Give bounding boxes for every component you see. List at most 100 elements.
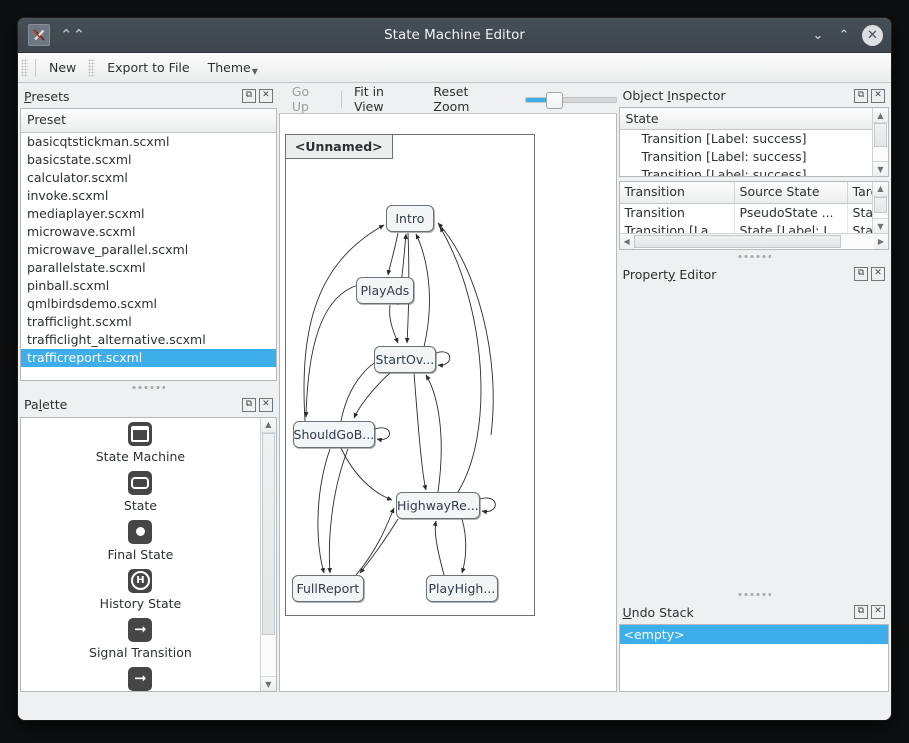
presets-close-icon[interactable]: ✕ — [258, 89, 273, 103]
object-inspector-close-icon[interactable]: ✕ — [871, 88, 885, 103]
table-row[interactable]: Transition [La...State [Label: I...State… — [620, 221, 872, 233]
export-to-file-button[interactable]: Export to File — [98, 57, 198, 78]
undo-stack-panel[interactable]: <empty> — [618, 624, 889, 692]
preset-list-item[interactable]: mediaplayer.scxml — [21, 205, 276, 223]
palette-item[interactable]: ➞ Signal Transition — [21, 617, 260, 660]
state-node-highwayreport[interactable]: HighwayRe... — [395, 492, 480, 519]
right-splitter-bottom[interactable] — [619, 588, 889, 601]
left-splitter[interactable] — [20, 381, 277, 394]
transitions-table-header-cell[interactable]: Transition — [620, 181, 735, 203]
property-editor-float-icon[interactable]: ⧉ — [854, 267, 868, 281]
palette-item[interactable]: Final State — [21, 519, 260, 562]
tbl-scroll-down-icon[interactable]: ▼ — [873, 218, 888, 233]
palette-scroll-down-icon[interactable]: ▼ — [260, 676, 276, 691]
state-machine-root[interactable]: <Unnamed> Intro PlayAds StartOv... Shoul… — [284, 134, 535, 616]
preset-list-item[interactable]: invoke.scxml — [21, 187, 276, 205]
presets-float-icon[interactable]: ⧉ — [241, 89, 256, 103]
tbl-scroll-up-icon[interactable]: ▲ — [873, 181, 888, 197]
toolbar-grip-handle[interactable] — [21, 58, 28, 77]
minimize-button[interactable]: ⌄ — [810, 29, 826, 42]
diagram-canvas[interactable]: <Unnamed> Intro PlayAds StartOv... Shoul… — [278, 114, 617, 692]
application-window: ⌃⌃ State Machine Editor ⌄ ⌃ ✕ New Export… — [18, 18, 891, 720]
transitions-table-header-row[interactable]: TransitionSource StateTarget St — [619, 181, 872, 204]
transitions-table-body[interactable]: TransitionPseudoState ...State [LabTrans… — [620, 203, 872, 233]
state-node-intro[interactable]: Intro — [385, 205, 434, 232]
object-inspector-tree-item[interactable]: Transition [Label: success] — [620, 130, 872, 148]
palette-close-icon[interactable]: ✕ — [258, 397, 273, 412]
presets-dock-title: Presets ⧉ ✕ — [20, 85, 277, 108]
undo-stack-dock-buttons: ⧉ ✕ — [854, 605, 885, 619]
zoom-slider[interactable] — [524, 90, 617, 109]
reset-zoom-button[interactable]: Reset Zoom — [424, 81, 514, 117]
state-node-shouldgoback[interactable]: ShouldGoB... — [292, 421, 375, 448]
maximize-button[interactable]: ⌃ — [836, 29, 852, 42]
object-inspector-tree-header[interactable]: State — [619, 108, 872, 130]
tbl-hscroll-thumb[interactable] — [633, 235, 841, 248]
palette-item[interactable]: ➞ — [21, 666, 260, 691]
presets-list[interactable]: basicqtstickman.scxml basicstate.scxml cal… — [21, 133, 276, 381]
palette-item[interactable]: State Machine — [21, 421, 260, 464]
close-button[interactable]: ✕ — [862, 24, 883, 46]
oi-tree-scroll-down-icon[interactable]: ▼ — [873, 161, 888, 176]
transitions-table-header-cell[interactable]: Target St — [848, 182, 872, 203]
object-inspector-dock: Object Inspector ⧉ ✕ State Transition [L… — [618, 85, 889, 250]
object-inspector-tree-rows[interactable]: Transition [Label: success] Transition [L… — [619, 130, 872, 176]
palette-vertical-scrollbar[interactable]: ▲ ▼ — [259, 417, 276, 691]
preset-list-item[interactable]: microwave.scxml — [21, 223, 276, 241]
fit-in-view-button[interactable]: Fit in View — [345, 81, 424, 117]
preset-list-item[interactable]: parallelstate.scxml — [21, 259, 276, 277]
preset-list-item[interactable]: basicstate.scxml — [21, 151, 276, 169]
transitions-table-header-cell[interactable]: Source State — [735, 181, 848, 203]
right-splitter-top[interactable] — [619, 250, 889, 263]
preset-list-item[interactable]: calculator.scxml — [21, 169, 276, 187]
tbl-scroll-thumb[interactable] — [874, 196, 887, 213]
chevron-up-icon[interactable]: ⌃⌃ — [60, 27, 85, 43]
presets-column-header[interactable]: Preset — [21, 109, 276, 133]
oi-tree-scroll-up-icon[interactable]: ▲ — [873, 108, 888, 123]
palette-scroll-track[interactable] — [260, 432, 276, 676]
palette-float-icon[interactable]: ⧉ — [241, 397, 256, 412]
property-editor-dock-title: Property Editor ⧉ ✕ — [619, 263, 889, 286]
property-editor-close-icon[interactable]: ✕ — [871, 267, 885, 281]
tbl-hscroll-right-icon[interactable]: ▶ — [874, 234, 888, 249]
tbl-scroll-track[interactable] — [873, 196, 888, 218]
preset-list-item[interactable]: trafficlight.scxml — [21, 313, 276, 331]
preset-list-item[interactable]: trafficreport.scxml — [21, 349, 276, 367]
go-up-button[interactable]: Go Up — [283, 81, 338, 117]
tbl-hscroll-left-icon[interactable]: ◀ — [619, 234, 634, 249]
object-inspector-tree-scrollbar[interactable]: ▲ ▼ — [872, 108, 888, 176]
state-node-fullreport[interactable]: FullReport — [291, 575, 364, 602]
theme-menu-button[interactable]: Theme▼ — [199, 57, 267, 79]
palette-items[interactable]: State Machine State Final State H History St… — [21, 418, 260, 692]
oi-tree-scroll-track[interactable] — [873, 123, 888, 161]
undo-stack-item[interactable]: <empty> — [619, 625, 888, 644]
palette-item[interactable]: State — [21, 470, 260, 513]
transitions-table-vscrollbar[interactable]: ▲ ▼ — [872, 181, 888, 233]
property-editor-body[interactable] — [618, 286, 889, 588]
preset-list-item[interactable]: microwave_parallel.scxml — [21, 241, 276, 259]
root-state-label: <Unnamed> — [284, 134, 393, 159]
x-application-icon[interactable] — [28, 24, 50, 46]
oi-tree-scroll-thumb[interactable] — [874, 123, 887, 147]
new-button[interactable]: New — [40, 57, 85, 78]
palette-item[interactable]: H History State — [21, 568, 260, 611]
table-row[interactable]: TransitionPseudoState ...State [Lab — [620, 203, 872, 222]
toolbar-grip-handle-2[interactable] — [88, 58, 96, 77]
object-inspector-tree-item[interactable]: Transition [Label: success] — [620, 148, 872, 166]
undo-stack-float-icon[interactable]: ⧉ — [854, 605, 868, 619]
object-inspector-tree-item[interactable]: Transition [Label: success] — [620, 166, 872, 176]
state-node-playads[interactable]: PlayAds — [355, 277, 414, 304]
transitions-table-hscrollbar[interactable]: ◀ ▶ — [619, 233, 888, 249]
palette-scroll-thumb[interactable] — [261, 432, 275, 635]
state-node-playhighway[interactable]: PlayHigh... — [425, 575, 498, 602]
palette-scroll-up-icon[interactable]: ▲ — [260, 417, 276, 433]
object-inspector-float-icon[interactable]: ⧉ — [854, 88, 868, 103]
tbl-hscroll-track[interactable] — [633, 234, 874, 249]
preset-list-item[interactable]: qmlbirdsdemo.scxml — [21, 295, 276, 313]
undo-stack-close-icon[interactable]: ✕ — [871, 605, 885, 619]
preset-list-item[interactable]: basicqtstickman.scxml — [21, 133, 276, 151]
state-node-startover[interactable]: StartOv... — [373, 346, 436, 373]
preset-list-item[interactable]: trafficlight_alternative.scxml — [21, 331, 276, 349]
preset-list-item[interactable]: pinball.scxml — [21, 277, 276, 295]
zoom-slider-handle[interactable] — [545, 92, 563, 109]
